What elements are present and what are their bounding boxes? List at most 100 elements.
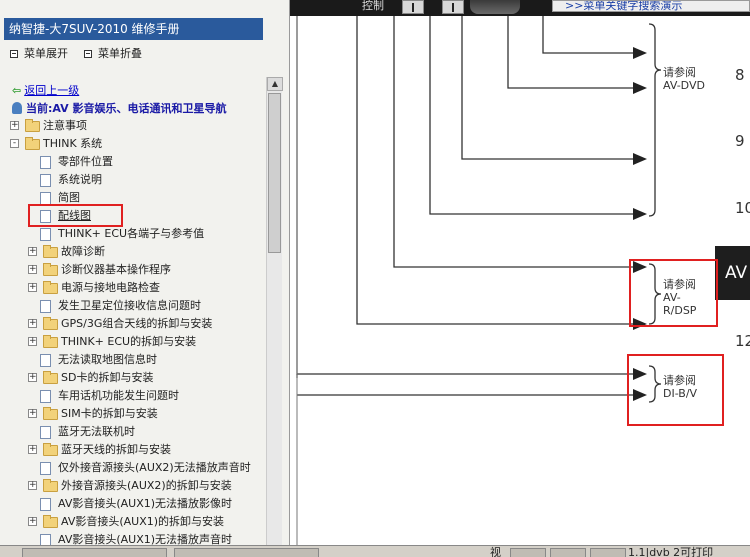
highlight-box-di-bv: [627, 354, 724, 426]
status-tab-3[interactable]: [510, 548, 546, 557]
toolbar-button-2[interactable]: [442, 0, 464, 14]
folder-icon: [43, 443, 58, 456]
expand-toggle-icon[interactable]: +: [28, 409, 37, 418]
folder-icon: [43, 317, 58, 330]
tree-node-label: GPS/3G组合天线的拆卸与安装: [61, 317, 213, 330]
folder-icon: [43, 335, 58, 348]
top-toolbar: 控制 >>菜单关键字搜索演示: [290, 0, 750, 16]
tree-node-label: 零部件位置: [58, 155, 113, 168]
tree-node[interactable]: + THINK+ ECU的拆卸与安装: [0, 333, 268, 351]
tree-node-label: 蓝牙天线的拆卸与安装: [61, 443, 171, 456]
status-tab-2[interactable]: [174, 548, 319, 557]
menu-tree: + 注意事项 - THINK 系统 零部件位置 系统说明 简图 配线图 THINK+ ECU各端…: [0, 117, 268, 545]
status-tab-1[interactable]: [22, 548, 167, 557]
expand-toggle-icon[interactable]: +: [28, 247, 37, 256]
status-tab-4[interactable]: [550, 548, 586, 557]
scroll-thumb[interactable]: [268, 93, 281, 253]
tree-node[interactable]: 蓝牙无法联机时: [0, 423, 268, 441]
tree-node-label: 注意事项: [43, 119, 87, 132]
toolbar-button-1[interactable]: [402, 0, 424, 14]
left-panel: 纳智捷-大7SUV-2010 维修手册 菜单展开 菜单折叠 ⇦ 返回上一级 当前:…: [0, 0, 290, 545]
pin-number: 10: [735, 199, 750, 217]
tree-node[interactable]: 发生卫星定位接收信息问题时: [0, 297, 268, 315]
search-demo-link[interactable]: >>菜单关键字搜索演示: [552, 0, 750, 12]
tree-node-label: 发生卫星定位接收信息问题时: [58, 299, 201, 312]
pin-number: 9: [735, 132, 745, 150]
expand-toggle-icon[interactable]: +: [28, 373, 37, 382]
tree-scrollbar[interactable]: ▲: [266, 77, 283, 545]
av-module-label: AV: [715, 246, 750, 300]
document-icon: [40, 300, 51, 313]
ref-av-dvd[interactable]: 请参阅 AV-DVD: [663, 66, 705, 92]
document-icon: [40, 534, 51, 545]
expand-toggle-icon[interactable]: +: [10, 121, 19, 130]
highlight-box-av-rdsp: [629, 259, 718, 327]
expand-toggle-icon[interactable]: +: [28, 445, 37, 454]
tree-node-label: 车用话机功能发生问题时: [58, 389, 179, 402]
menu-collapse-button[interactable]: 菜单折叠: [84, 45, 142, 61]
tree-node[interactable]: + 故障诊断: [0, 243, 268, 261]
mascot-logo: [470, 0, 520, 14]
back-link[interactable]: ⇦ 返回上一级: [12, 82, 79, 98]
location-icon: [12, 102, 22, 114]
tree-node[interactable]: + 蓝牙天线的拆卸与安装: [0, 441, 268, 459]
tree-node-label: THINK 系统: [43, 137, 103, 150]
tree-node-label: THINK+ ECU各端子与参考值: [58, 227, 205, 240]
document-icon: [40, 174, 51, 187]
document-icon: [40, 390, 51, 403]
folder-icon: [43, 515, 58, 528]
status-text-2: 1.1|dvb 2可打印: [628, 546, 714, 557]
menu-expand-button[interactable]: 菜单展开: [10, 45, 68, 61]
expand-toggle-icon[interactable]: +: [28, 283, 37, 292]
tree-node[interactable]: + 外接音源接头(AUX2)的拆卸与安装: [0, 477, 268, 495]
wiring-diagram: 请参阅 AV-DVD 请参阅 AV- R/DSP 请参阅 DI-B/V 8 9 …: [291, 16, 750, 545]
tree-node[interactable]: THINK+ ECU各端子与参考值: [0, 225, 268, 243]
collapse-toggle-icon[interactable]: -: [10, 139, 19, 148]
tree-node[interactable]: 无法读取地图信息时: [0, 351, 268, 369]
tree-node[interactable]: + 诊断仪器基本操作程序: [0, 261, 268, 279]
tree-node[interactable]: 车用话机功能发生问题时: [0, 387, 268, 405]
tree-node-label: THINK+ ECU的拆卸与安装: [61, 335, 197, 348]
folder-icon: [43, 371, 58, 384]
tree-node[interactable]: 零部件位置: [0, 153, 268, 171]
tree-node[interactable]: - THINK 系统: [0, 135, 268, 153]
scroll-up-arrow-icon[interactable]: ▲: [267, 77, 283, 91]
document-icon: [40, 156, 51, 169]
collapse-icon: [84, 50, 92, 58]
tree-node-label: 系统说明: [58, 173, 102, 186]
status-tab-5[interactable]: [590, 548, 626, 557]
tree-node[interactable]: + 注意事项: [0, 117, 268, 135]
tree-node[interactable]: AV影音接头(AUX1)无法播放声音时: [0, 531, 268, 545]
expand-icon: [10, 50, 18, 58]
pin-number: 8: [735, 66, 745, 84]
tree-node[interactable]: + AV影音接头(AUX1)的拆卸与安装: [0, 513, 268, 531]
expand-toggle-icon[interactable]: +: [28, 481, 37, 490]
expand-toggle-icon[interactable]: +: [28, 265, 37, 274]
tree-node-label: AV影音接头(AUX1)无法播放声音时: [58, 533, 233, 545]
folder-icon: [43, 281, 58, 294]
expand-toggle-icon[interactable]: +: [28, 337, 37, 346]
tree-node[interactable]: + SD卡的拆卸与安装: [0, 369, 268, 387]
folder-icon: [43, 479, 58, 492]
tree-node[interactable]: + 电源与接地电路检查: [0, 279, 268, 297]
document-icon: [40, 354, 51, 367]
tree-node[interactable]: 仅外接音源接头(AUX2)无法播放声音时: [0, 459, 268, 477]
tree-node[interactable]: AV影音接头(AUX1)无法播放影像时: [0, 495, 268, 513]
expand-toggle-icon[interactable]: +: [28, 517, 37, 526]
tree-node[interactable]: + GPS/3G组合天线的拆卸与安装: [0, 315, 268, 333]
tree-node-label: 故障诊断: [61, 245, 105, 258]
tree-node[interactable]: 系统说明: [0, 171, 268, 189]
tree-node[interactable]: + SIM卡的拆卸与安装: [0, 405, 268, 423]
tree-node-label: 蓝牙无法联机时: [58, 425, 135, 438]
highlight-box-wiring-node: [28, 204, 123, 227]
document-icon: [40, 426, 51, 439]
document-icon: [40, 228, 51, 241]
expand-toggle-icon[interactable]: +: [28, 319, 37, 328]
status-bar: 视 1.1|dvb 2可打印: [0, 545, 750, 557]
tree-node-label: SIM卡的拆卸与安装: [61, 407, 158, 420]
tree-node-label: 无法读取地图信息时: [58, 353, 157, 366]
tree-node-label: 诊断仪器基本操作程序: [61, 263, 171, 276]
status-text-1: 视: [490, 546, 501, 557]
document-icon: [40, 498, 51, 511]
pin-number: 12: [735, 332, 750, 350]
